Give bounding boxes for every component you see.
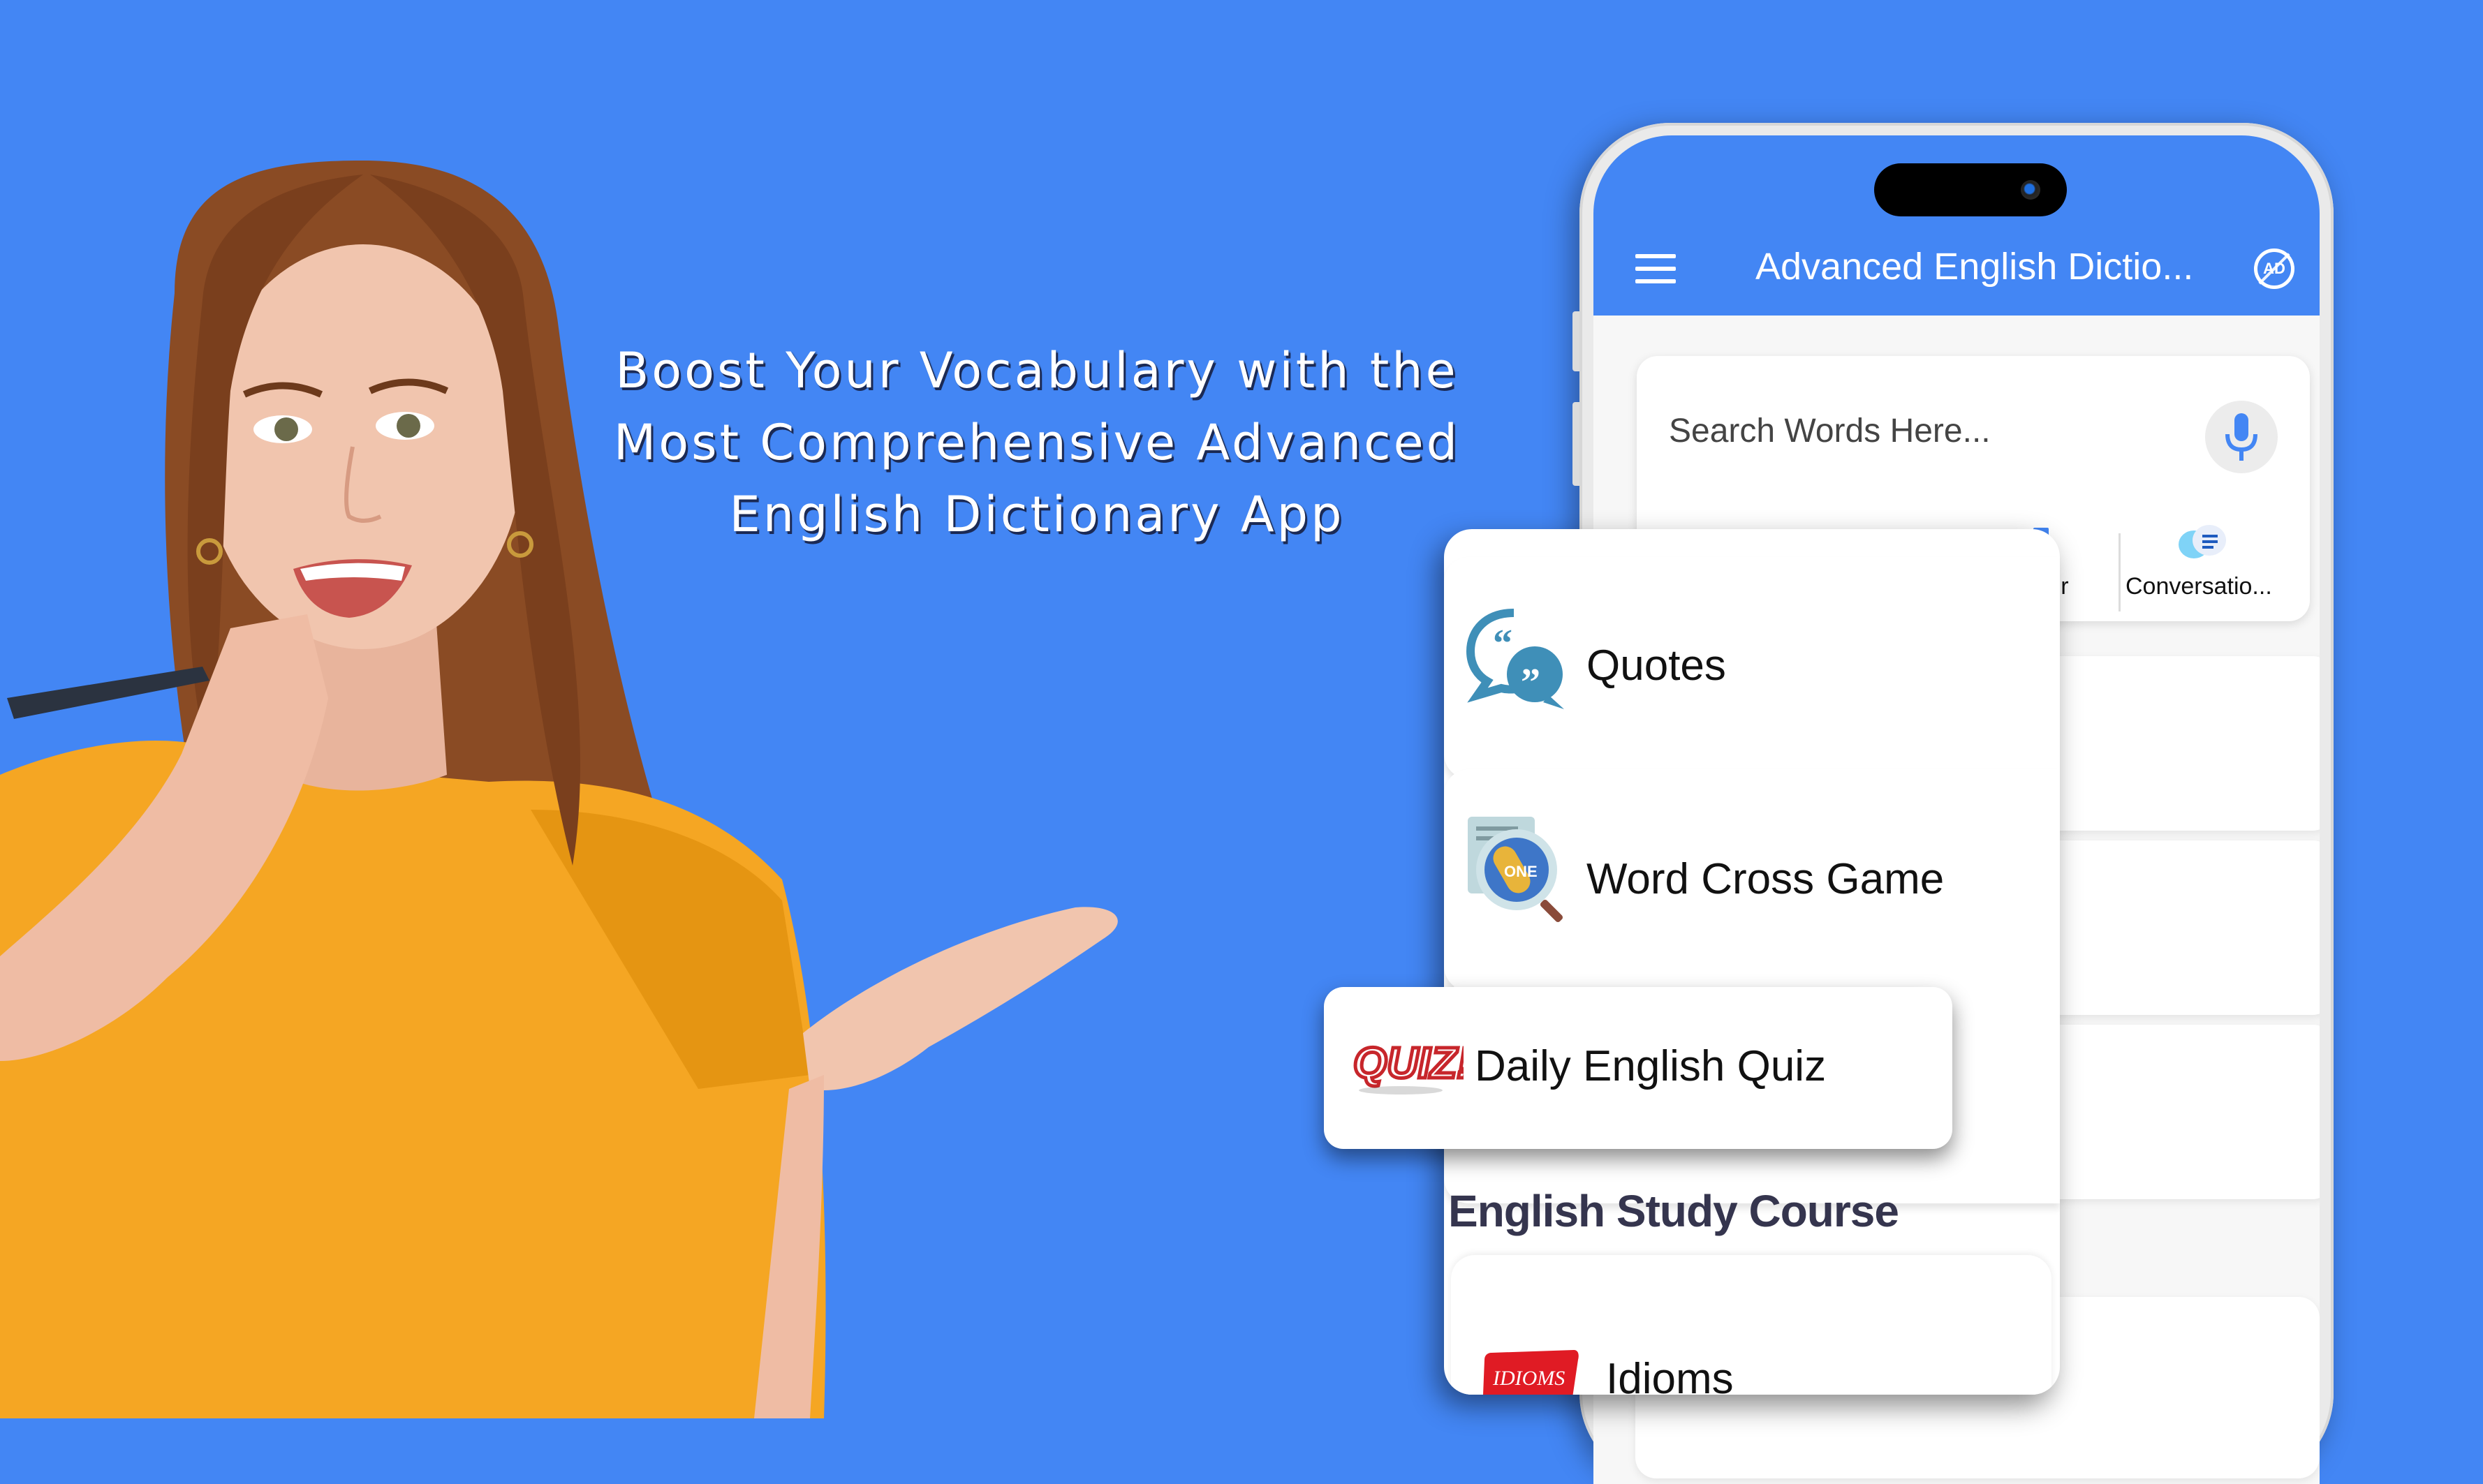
menu-item-label: Daily English Quiz: [1475, 1042, 1827, 1090]
menu-item-label: Idioms: [1606, 1355, 1734, 1395]
microphone-button[interactable]: [2205, 401, 2278, 473]
svg-text:ONE: ONE: [1504, 863, 1538, 880]
quotes-icon: “ ”: [1466, 609, 1564, 709]
menu-item-idioms[interactable]: IDIOMS Idioms: [1451, 1255, 2051, 1395]
search-input[interactable]: [1667, 402, 2187, 459]
app-title: Advanced English Dictio...: [1755, 246, 2194, 288]
section-title: English Study Course: [1448, 1186, 1899, 1236]
idioms-icon-text: IDIOMS: [1492, 1367, 1565, 1390]
word-cross-game-icon: ONE: [1468, 817, 1563, 923]
camera-icon: [2021, 180, 2040, 200]
phone-side-button: [1572, 402, 1579, 486]
menu-item-word-cross-game[interactable]: ONE Word Cross Game: [1444, 769, 2060, 991]
woman-illustration: [0, 0, 1187, 1418]
headline-line: English Dictionary App: [729, 486, 1345, 543]
idioms-icon: IDIOMS: [1483, 1350, 1579, 1395]
remove-ads-icon[interactable]: AD: [2254, 248, 2294, 289]
quiz-icon: QUIZ!: [1352, 1038, 1464, 1095]
feature-conversation[interactable]: Conversatio...: [2125, 524, 2300, 607]
headline-line: Most Comprehensive Advanced: [613, 414, 1461, 471]
app-bar: Advanced English Dictio... AD: [1593, 135, 2320, 316]
menu-item-quotes[interactable]: “ ” Quotes: [1444, 557, 2060, 779]
dynamic-island: [1874, 163, 2067, 216]
svg-text:”: ”: [1521, 661, 1540, 704]
headline-line: Boost Your Vocabulary with the: [615, 342, 1459, 399]
menu-item-daily-english-quiz[interactable]: QUIZ! Daily English Quiz: [1324, 987, 1952, 1149]
promo-headline: Boost Your Vocabulary with the Most Comp…: [601, 335, 1473, 551]
microphone-icon: [2225, 413, 2257, 461]
conversation-icon: [2179, 525, 2226, 558]
feature-label: Conversatio...: [2125, 573, 2272, 600]
menu-item-label: Word Cross Game: [1586, 855, 1945, 903]
divider: [2119, 533, 2121, 611]
svg-text:“: “: [1493, 622, 1512, 665]
feature-menu-panel: “ ” Quotes ONE Word Cross Game English S…: [1444, 529, 2060, 1395]
phone-side-button: [1572, 311, 1579, 371]
hamburger-menu-icon[interactable]: [1635, 254, 1676, 283]
svg-text:QUIZ!: QUIZ!: [1353, 1039, 1464, 1088]
menu-item-label: Quotes: [1586, 641, 1726, 690]
